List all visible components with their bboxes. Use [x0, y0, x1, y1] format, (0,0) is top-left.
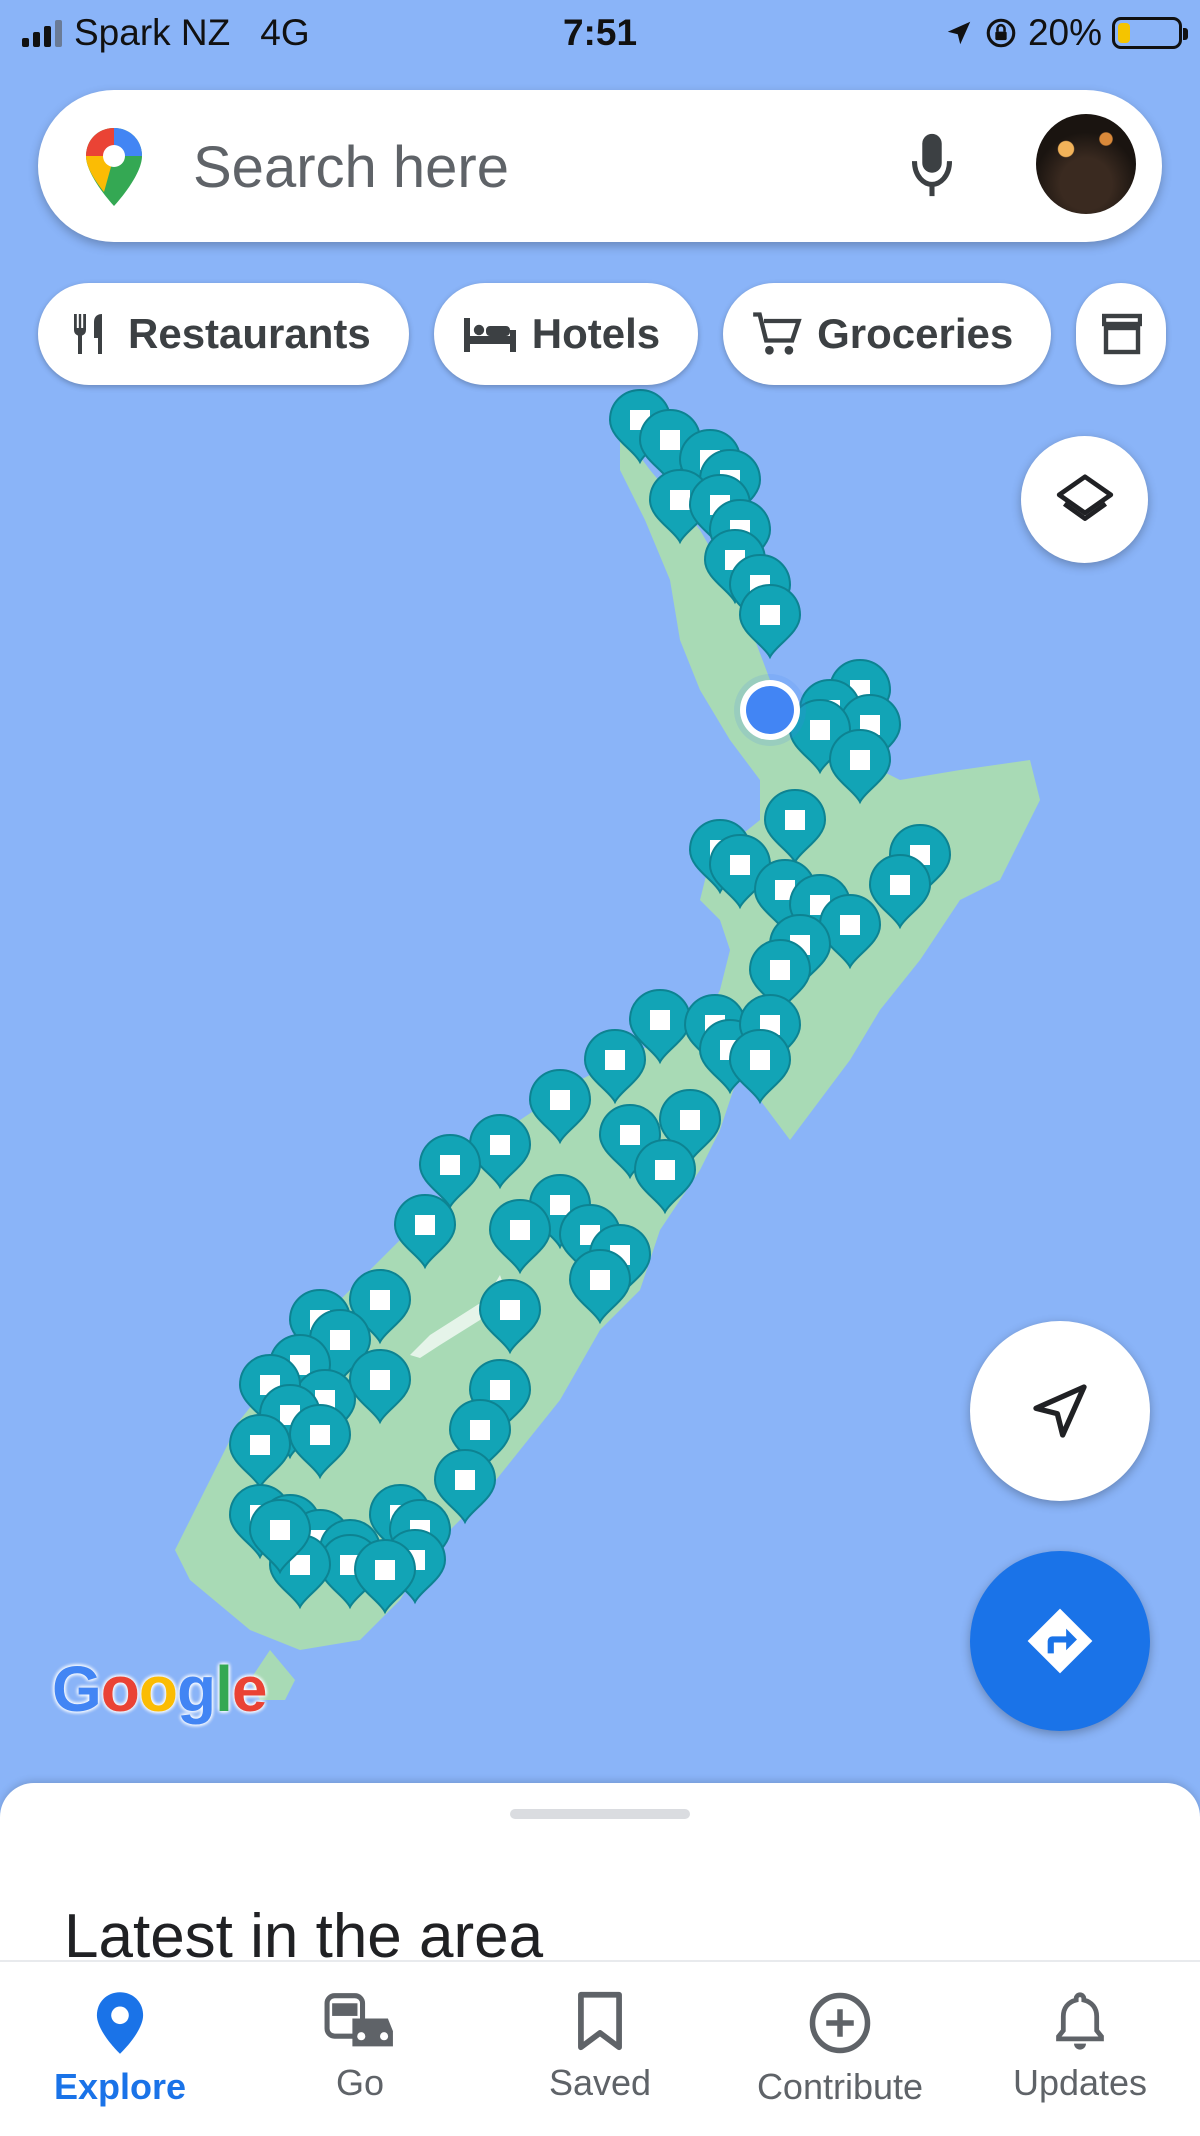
- chip-hotels[interactable]: Hotels: [433, 283, 699, 385]
- sheet-drag-handle[interactable]: [510, 1809, 690, 1819]
- location-arrow-icon: [947, 21, 971, 45]
- layers-icon: [1056, 473, 1113, 521]
- chip-label: Restaurants: [128, 310, 371, 357]
- commute-icon: [324, 1993, 393, 2047]
- bookmark-icon: [578, 1991, 622, 2051]
- bottom-navigation: Explore Go Saved Contribute Updates: [0, 1960, 1200, 2136]
- battery-percent: 20%: [1027, 12, 1102, 53]
- my-location-button[interactable]: [970, 1321, 1150, 1501]
- battery-icon: [1112, 17, 1188, 49]
- chip-groceries[interactable]: Groceries: [723, 283, 1052, 385]
- nav-contribute[interactable]: Contribute: [720, 1962, 960, 2136]
- chip-label: Hotels: [531, 310, 661, 357]
- nav-go[interactable]: Go: [240, 1962, 480, 2136]
- rotation-lock-icon: [986, 18, 1016, 48]
- nav-updates[interactable]: Updates: [960, 1962, 1200, 2136]
- chip-restaurants[interactable]: Restaurants: [38, 283, 409, 385]
- cart-icon: [753, 312, 802, 355]
- nav-saved[interactable]: Saved: [480, 1962, 720, 2136]
- chip-more[interactable]: [1076, 283, 1167, 385]
- status-bar: Spark NZ 4G 7:51 20%: [0, 0, 1200, 70]
- fork-knife-icon: [74, 314, 102, 354]
- nav-label: Updates: [1012, 2062, 1148, 2103]
- microphone-icon[interactable]: [908, 130, 956, 200]
- bed-icon: [463, 318, 516, 352]
- add-circle-icon: [809, 1992, 871, 2054]
- nav-label: Saved: [548, 2062, 652, 2103]
- search-input[interactable]: Search here: [193, 134, 509, 201]
- directions-icon: [1027, 1608, 1093, 1674]
- google-watermark: Google: [52, 1653, 267, 1725]
- layers-button[interactable]: [1021, 436, 1148, 563]
- avatar[interactable]: [1036, 114, 1136, 214]
- directions-button[interactable]: [970, 1551, 1150, 1731]
- nav-label: Explore: [53, 2066, 187, 2107]
- nav-label: Contribute: [756, 2066, 924, 2107]
- current-location-dot-core: [746, 686, 794, 734]
- bell-icon: [1056, 1992, 1104, 2050]
- category-chips: Restaurants Hotels Groceries: [38, 283, 1167, 385]
- google-maps-logo-icon: [86, 128, 142, 206]
- navigation-arrow-icon: [1033, 1384, 1087, 1438]
- search-bar[interactable]: Search here: [38, 90, 1162, 242]
- nav-label: Go: [335, 2062, 385, 2103]
- explore-pin-icon: [96, 1992, 144, 2054]
- nav-explore[interactable]: Explore: [0, 1962, 240, 2136]
- store-icon: [1102, 313, 1143, 355]
- chip-label: Groceries: [817, 310, 1014, 357]
